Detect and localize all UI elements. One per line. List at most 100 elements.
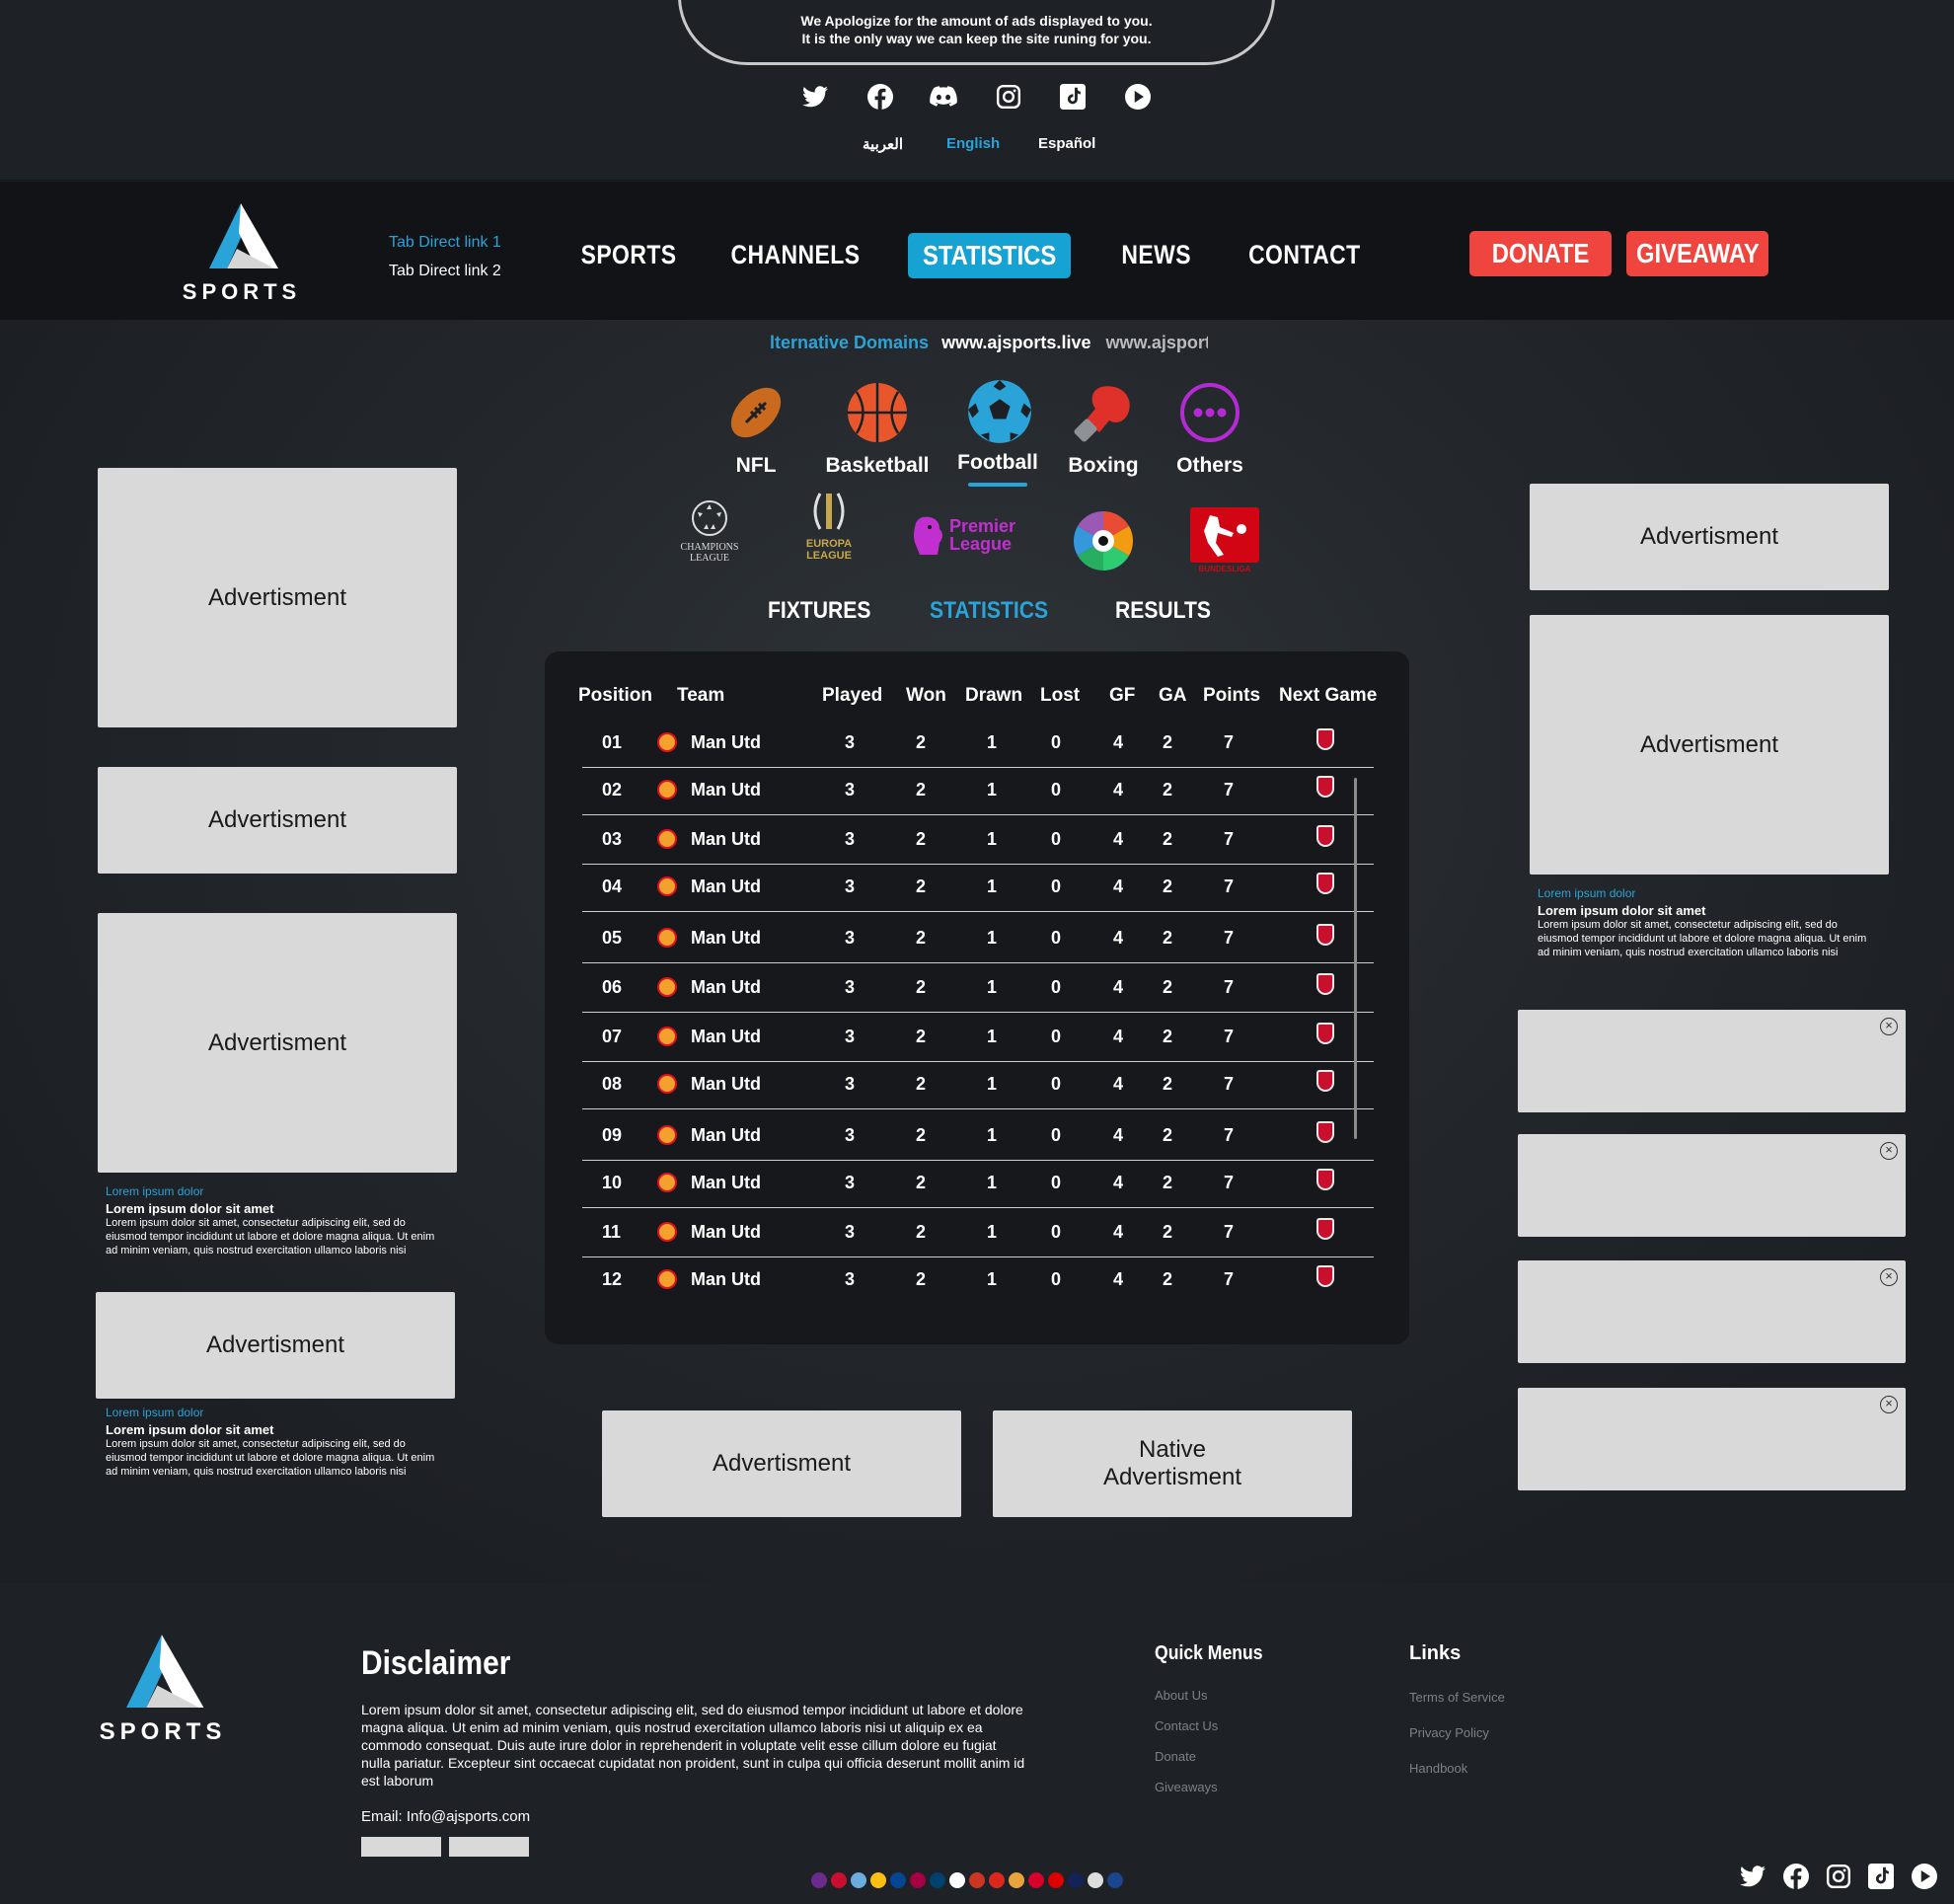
table-scrollbar[interactable] xyxy=(1354,778,1357,1139)
footer-badge-1[interactable] xyxy=(361,1837,441,1857)
twitter-icon[interactable] xyxy=(799,81,831,113)
league-bundesliga[interactable]: BUNDESLIGA xyxy=(1190,507,1259,573)
table-row[interactable]: 05 Man Utd 3 2 1 0 4 2 7 xyxy=(582,914,1374,963)
tab-results[interactable]: RESULTS xyxy=(1115,597,1224,625)
table-row[interactable]: 11 Man Utd 3 2 1 0 4 2 7 xyxy=(582,1208,1374,1257)
row-team[interactable]: Man Utd xyxy=(691,1269,761,1290)
footer-play-icon[interactable] xyxy=(1909,1861,1940,1892)
ad-left-2[interactable]: Advertisment xyxy=(98,767,457,874)
quick-donate[interactable]: Donate xyxy=(1155,1749,1196,1764)
row-team[interactable]: Man Utd xyxy=(691,876,761,897)
nav-channels[interactable]: CHANNELS xyxy=(728,233,863,276)
next-game-liverpool-crest-icon[interactable] xyxy=(1316,924,1334,946)
ad-banner-right-3[interactable]: × xyxy=(1518,1260,1906,1363)
ad-caption-left-1[interactable]: Lorem ipsum dolor Lorem ipsum dolor sit … xyxy=(106,1184,441,1257)
next-game-liverpool-crest-icon[interactable] xyxy=(1316,1169,1334,1190)
next-game-liverpool-crest-icon[interactable] xyxy=(1316,1265,1334,1287)
ad-native[interactable]: Native Advertisment xyxy=(993,1410,1352,1517)
site-logo[interactable]: SPORTS xyxy=(176,199,308,304)
giveaway-button[interactable]: GIVEAWAY xyxy=(1626,231,1768,276)
footer-twitter-icon[interactable] xyxy=(1737,1861,1768,1892)
footer-facebook-icon[interactable] xyxy=(1780,1861,1812,1892)
table-row[interactable]: 09 Man Utd 3 2 1 0 4 2 7 xyxy=(582,1111,1374,1161)
footer-badge-2[interactable] xyxy=(449,1837,529,1857)
nav-news[interactable]: NEWS xyxy=(1121,233,1191,276)
sport-others[interactable]: Others xyxy=(1170,381,1249,478)
nav-sports[interactable]: SPORTS xyxy=(581,233,677,276)
footer-email[interactable]: Email: Info@ajsports.com xyxy=(361,1808,530,1825)
table-row[interactable]: 02 Man Utd 3 2 1 0 4 2 7 xyxy=(582,766,1374,815)
quick-giveaways[interactable]: Giveaways xyxy=(1155,1780,1218,1794)
lang-spanish[interactable]: Español xyxy=(1038,135,1095,152)
next-game-liverpool-crest-icon[interactable] xyxy=(1316,1121,1334,1143)
row-team[interactable]: Man Utd xyxy=(691,1125,761,1146)
row-team[interactable]: Man Utd xyxy=(691,1173,761,1193)
ad-left-1[interactable]: Advertisment xyxy=(98,468,457,727)
table-row[interactable]: 06 Man Utd 3 2 1 0 4 2 7 xyxy=(582,963,1374,1013)
footer-tiktok-icon[interactable] xyxy=(1865,1861,1897,1892)
close-icon[interactable]: × xyxy=(1880,1018,1898,1035)
ad-caption-right-1[interactable]: Lorem ipsum dolor Lorem ipsum dolor sit … xyxy=(1538,886,1873,959)
table-row[interactable]: 12 Man Utd 3 2 1 0 4 2 7 xyxy=(582,1256,1374,1305)
close-icon[interactable]: × xyxy=(1880,1268,1898,1286)
close-icon[interactable]: × xyxy=(1880,1396,1898,1413)
sport-football[interactable]: Football xyxy=(953,378,1042,487)
tab-statistics[interactable]: STATISTICS xyxy=(930,597,1064,625)
lang-arabic[interactable]: العربية xyxy=(863,135,903,153)
instagram-icon[interactable] xyxy=(993,81,1024,113)
table-row[interactable]: 03 Man Utd 3 2 1 0 4 2 7 xyxy=(582,815,1374,865)
next-game-liverpool-crest-icon[interactable] xyxy=(1316,825,1334,847)
league-laliga[interactable] xyxy=(1072,509,1135,572)
footer-instagram-icon[interactable] xyxy=(1823,1861,1854,1892)
next-game-liverpool-crest-icon[interactable] xyxy=(1316,776,1334,798)
table-row[interactable]: 07 Man Utd 3 2 1 0 4 2 7 xyxy=(582,1013,1374,1062)
domain-1[interactable]: www.ajsports.live xyxy=(941,333,1090,352)
ad-banner-right-2[interactable]: × xyxy=(1518,1134,1906,1237)
row-team[interactable]: Man Utd xyxy=(691,780,761,800)
table-row[interactable]: 10 Man Utd 3 2 1 0 4 2 7 xyxy=(582,1159,1374,1208)
row-team[interactable]: Man Utd xyxy=(691,732,761,753)
quick-contact-us[interactable]: Contact Us xyxy=(1155,1718,1218,1733)
ad-left-4[interactable]: Advertisment xyxy=(96,1292,455,1399)
next-game-liverpool-crest-icon[interactable] xyxy=(1316,1218,1334,1240)
ad-left-3[interactable]: Advertisment xyxy=(98,913,457,1173)
link-terms[interactable]: Terms of Service xyxy=(1409,1690,1505,1705)
link-handbook[interactable]: Handbook xyxy=(1409,1761,1467,1776)
ad-bottom-1[interactable]: Advertisment xyxy=(602,1410,961,1517)
ad-banner-right-1[interactable]: × xyxy=(1518,1010,1906,1112)
row-team[interactable]: Man Utd xyxy=(691,977,761,998)
tab-direct-link-2[interactable]: Tab Direct link 2 xyxy=(389,263,501,280)
row-team[interactable]: Man Utd xyxy=(691,829,761,850)
league-europa-league[interactable]: EUROPA LEAGUE xyxy=(789,490,868,562)
sport-basketball[interactable]: Basketball xyxy=(825,381,930,478)
play-icon[interactable] xyxy=(1122,81,1154,113)
ad-caption-left-2[interactable]: Lorem ipsum dolor Lorem ipsum dolor sit … xyxy=(106,1406,441,1479)
league-champions-league[interactable]: CHAMPIONS LEAGUE xyxy=(665,499,754,564)
tab-direct-link-1[interactable]: Tab Direct link 1 xyxy=(389,234,501,252)
discord-icon[interactable] xyxy=(928,81,959,113)
quick-about-us[interactable]: About Us xyxy=(1155,1688,1207,1703)
row-team[interactable]: Man Utd xyxy=(691,1074,761,1095)
next-game-liverpool-crest-icon[interactable] xyxy=(1316,873,1334,894)
ad-banner-right-4[interactable]: × xyxy=(1518,1388,1906,1490)
footer-logo[interactable]: SPORTS xyxy=(89,1629,237,1747)
table-row[interactable]: 04 Man Utd 3 2 1 0 4 2 7 xyxy=(582,863,1374,912)
row-team[interactable]: Man Utd xyxy=(691,1027,761,1047)
donate-button[interactable]: DONATE xyxy=(1469,231,1612,276)
table-row[interactable]: 01 Man Utd 3 2 1 0 4 2 7 xyxy=(582,719,1374,768)
sport-boxing[interactable]: Boxing xyxy=(1064,381,1143,478)
row-team[interactable]: Man Utd xyxy=(691,1222,761,1243)
lang-english[interactable]: English xyxy=(946,135,1000,152)
sport-nfl[interactable]: NFL xyxy=(716,381,795,478)
facebook-icon[interactable] xyxy=(864,81,896,113)
nav-contact[interactable]: CONTACT xyxy=(1247,233,1362,276)
next-game-liverpool-crest-icon[interactable] xyxy=(1316,973,1334,995)
tiktok-icon[interactable] xyxy=(1057,81,1089,113)
link-privacy[interactable]: Privacy Policy xyxy=(1409,1725,1489,1740)
table-row[interactable]: 08 Man Utd 3 2 1 0 4 2 7 xyxy=(582,1060,1374,1109)
domain-2[interactable]: www.ajsports.liv xyxy=(1105,333,1208,352)
ad-right-2[interactable]: Advertisment xyxy=(1530,615,1889,875)
league-premier-league[interactable]: Premier League xyxy=(910,513,1020,557)
ad-right-1[interactable]: Advertisment xyxy=(1530,484,1889,590)
row-team[interactable]: Man Utd xyxy=(691,928,761,949)
